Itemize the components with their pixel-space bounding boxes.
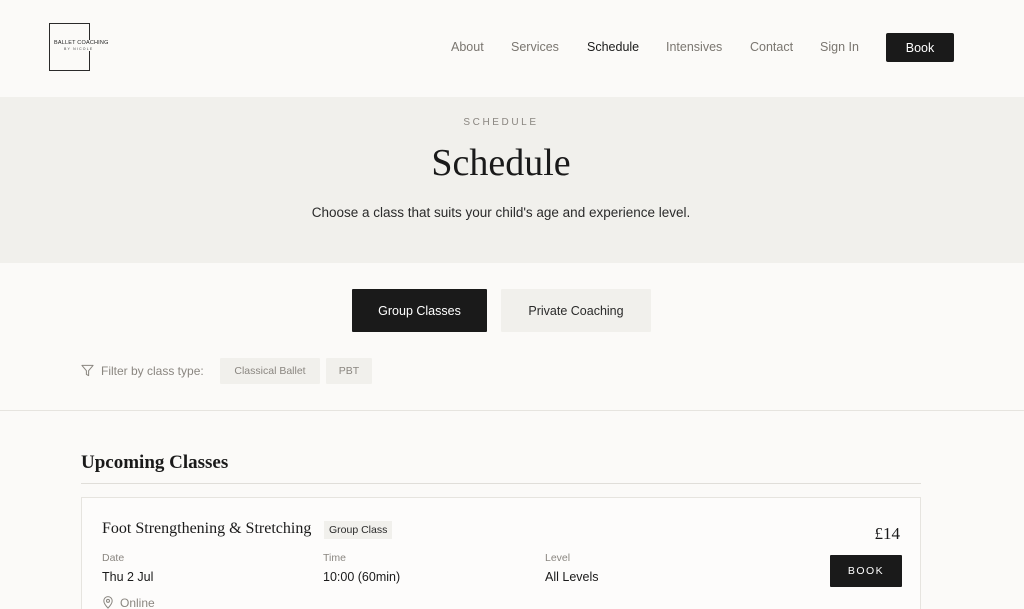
header-book-button[interactable]: Book xyxy=(886,33,954,62)
upcoming-classes-title: Upcoming Classes xyxy=(81,452,229,473)
hero-subtitle: Choose a class that suits your child's a… xyxy=(311,205,691,220)
section-divider xyxy=(0,410,1024,411)
date-label: Date xyxy=(102,552,125,564)
class-title: Foot Strengthening & Stretching xyxy=(102,520,312,537)
main-nav: About Services Schedule Intensives Conta… xyxy=(0,40,1024,56)
class-book-button[interactable]: BOOK xyxy=(830,555,902,587)
nav-services[interactable]: Services xyxy=(511,40,559,54)
filter-icon xyxy=(81,364,94,377)
location-value: Online xyxy=(120,596,155,609)
tab-private-coaching[interactable]: Private Coaching xyxy=(501,289,651,332)
nav-schedule[interactable]: Schedule xyxy=(587,40,639,54)
filter-chip-pbt[interactable]: PBT xyxy=(326,358,372,384)
date-value: Thu 2 Jul xyxy=(102,570,154,584)
class-price: £14 xyxy=(874,524,901,543)
filter-label: Filter by class type: xyxy=(101,364,204,378)
level-value: All Levels xyxy=(545,570,599,584)
class-card: Foot Strengthening & Stretching Group Cl… xyxy=(81,497,921,609)
hero-eyebrow: SCHEDULE xyxy=(463,117,539,128)
time-value: 10:00 (60min) xyxy=(323,570,401,584)
tab-group-classes[interactable]: Group Classes xyxy=(352,289,487,332)
nav-about[interactable]: About xyxy=(451,40,484,54)
map-pin-icon xyxy=(103,596,113,609)
level-label: Level xyxy=(545,552,571,564)
filter-chip-classical-ballet[interactable]: Classical Ballet xyxy=(220,358,320,384)
nav-intensives[interactable]: Intensives xyxy=(666,40,722,54)
hero-section: SCHEDULE Schedule Choose a class that su… xyxy=(0,97,1024,263)
time-label: Time xyxy=(323,552,346,564)
nav-sign-in[interactable]: Sign In xyxy=(820,40,859,54)
page-title: Schedule xyxy=(431,142,571,184)
class-type-badge: Group Class xyxy=(324,521,393,539)
site-header: BALLET COACHING BY NICOLE About Services… xyxy=(0,0,1024,97)
nav-contact[interactable]: Contact xyxy=(750,40,793,54)
section-rule xyxy=(81,483,921,484)
